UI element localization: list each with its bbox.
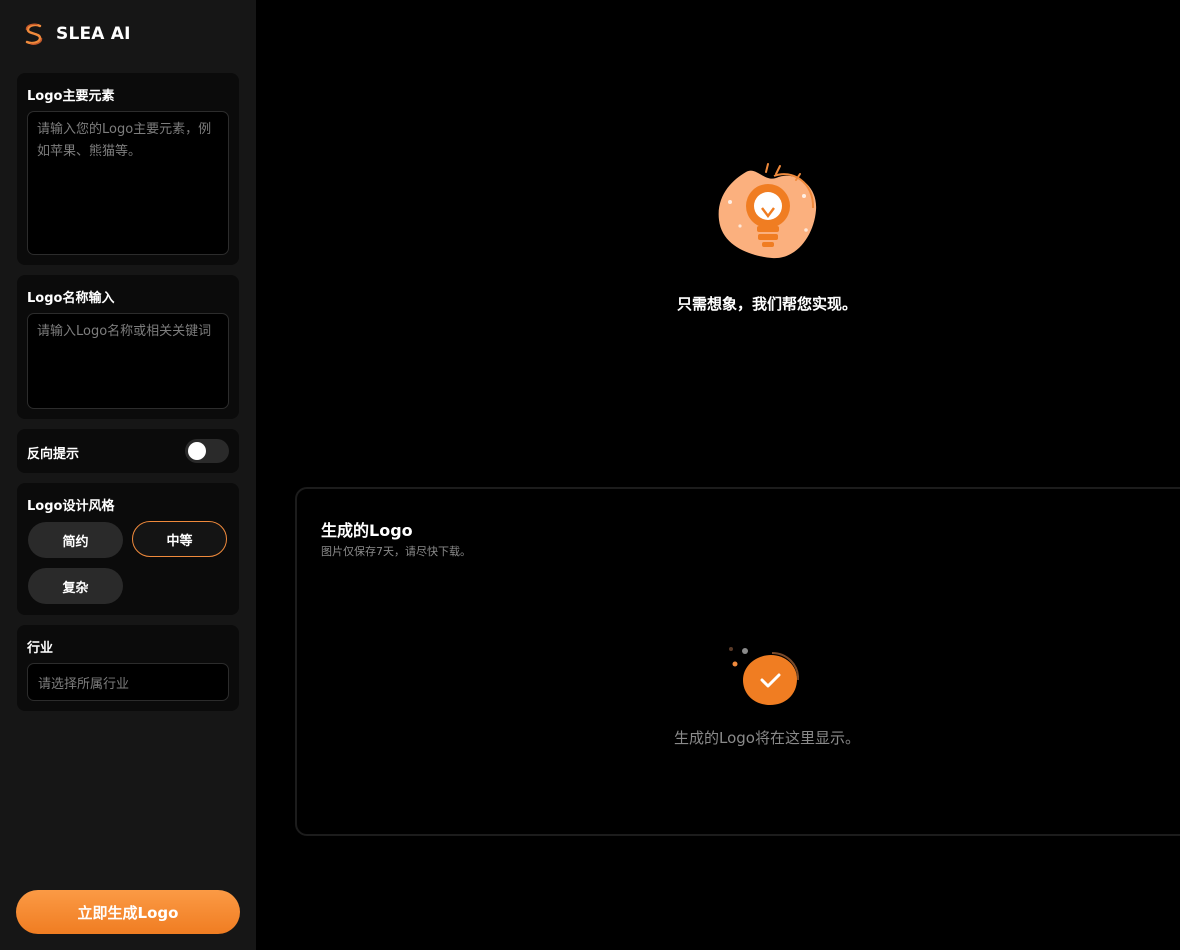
reverse-prompt-toggle[interactable] — [185, 439, 229, 463]
style-option-complex[interactable]: 复杂 — [28, 568, 123, 604]
reverse-prompt-title: 反向提示 — [27, 447, 80, 462]
logo-name-title: Logo名称输入 — [27, 291, 115, 306]
slea-logo-icon — [25, 23, 43, 45]
result-panel: 生成的Logo 图片仅保存7天，请尽快下载。 生成的Logo将在这里显示。 — [295, 487, 1180, 836]
result-title: 生成的Logo — [321, 521, 413, 540]
result-placeholder: 生成的Logo将在这里显示。 — [674, 729, 860, 747]
design-style-title: Logo设计风格 — [27, 499, 115, 514]
main-elements-title: Logo主要元素 — [27, 89, 115, 104]
industry-placeholder: 请选择所属行业 — [38, 676, 130, 692]
toggle-knob — [188, 442, 206, 460]
style-option-simple[interactable]: 简约 — [28, 522, 123, 558]
industry-select[interactable]: 请选择所属行业 — [27, 663, 229, 701]
logo-name-input[interactable] — [27, 313, 229, 409]
style-option-medium[interactable]: 中等 — [132, 521, 227, 557]
reverse-prompt-card: 反向提示 — [17, 429, 239, 473]
design-style-card: Logo设计风格 简约 中等 复杂 — [17, 483, 239, 615]
logo-name-card: Logo名称输入 — [17, 275, 239, 419]
generate-logo-button[interactable]: 立即生成Logo — [16, 890, 240, 934]
sidebar: SLEA AI Logo主要元素 Logo名称输入 反向提示 Logo设计风格 … — [0, 0, 256, 950]
main-elements-card: Logo主要元素 — [17, 73, 239, 265]
result-subtitle: 图片仅保存7天，请尽快下载。 — [321, 545, 471, 558]
app-window: SLEA AI Logo主要元素 Logo名称输入 反向提示 Logo设计风格 … — [0, 0, 1180, 950]
brand[interactable]: SLEA AI — [24, 22, 131, 46]
lightbulb-icon — [718, 163, 817, 259]
hero-text: 只需想象，我们帮您实现。 — [676, 295, 857, 313]
checkmark-badge-icon — [729, 647, 799, 705]
main-elements-input[interactable] — [27, 111, 229, 255]
industry-title: 行业 — [27, 641, 54, 656]
brand-name: SLEA AI — [56, 24, 131, 44]
industry-card: 行业 请选择所属行业 — [17, 625, 239, 711]
